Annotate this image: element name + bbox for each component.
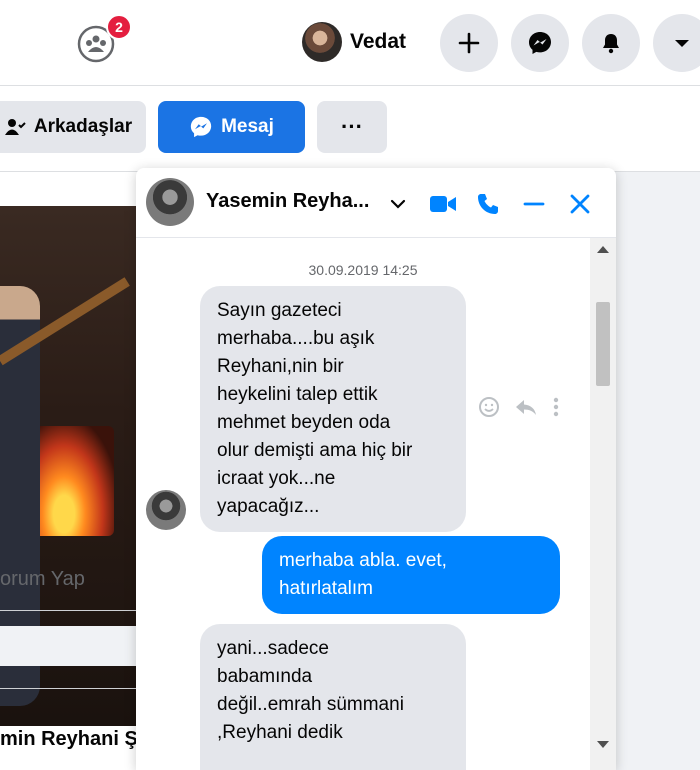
close-chat-button[interactable] <box>564 188 596 220</box>
caret-down-icon <box>675 40 689 47</box>
profile-chip[interactable]: Vedat <box>302 20 406 64</box>
message-button-label: Mesaj <box>221 116 274 137</box>
message-line: ,Reyhani dedik <box>217 722 343 743</box>
post-divider <box>0 610 136 611</box>
feed-post: orum Yap min Reyhani Şa <box>0 172 149 770</box>
message-line: icraat yok...ne <box>217 468 336 489</box>
message-line: mehmet beyden oda <box>217 412 391 433</box>
account-menu-button[interactable] <box>653 14 700 72</box>
messenger-icon <box>190 116 212 138</box>
chat-contact-avatar[interactable] <box>146 178 194 226</box>
avatar <box>302 22 342 62</box>
incoming-message-bubble[interactable]: Sayın gazeteci merhaba....bu aşık Reyhan… <box>200 286 466 532</box>
create-button[interactable] <box>440 14 498 72</box>
comment-input[interactable] <box>0 626 136 666</box>
friends-button[interactable]: Arkadaşlar <box>0 101 146 153</box>
post-author-name[interactable]: min Reyhani Şa <box>0 728 149 751</box>
reply-icon[interactable] <box>514 396 538 418</box>
video-camera-icon <box>430 196 456 212</box>
phone-icon <box>478 194 498 214</box>
sender-avatar <box>146 490 186 530</box>
message-line: yani...sadece <box>217 638 329 659</box>
chat-header: Yasemin Reyha... <box>136 168 616 238</box>
notification-badge: 2 <box>106 14 132 40</box>
chat-window: Yasemin Reyha... 30.09.2019 14:25 Sayın … <box>136 168 616 770</box>
message-line: Reyhani,nin bir <box>217 356 344 377</box>
message-actions <box>478 396 560 418</box>
more-vertical-icon[interactable] <box>552 396 560 418</box>
notifications-button[interactable] <box>582 14 640 72</box>
chevron-down-icon <box>390 199 406 209</box>
message-timestamp: 30.09.2019 14:25 <box>308 262 418 278</box>
message-line: merhaba abla. evet, <box>279 550 447 571</box>
messenger-button[interactable] <box>511 14 569 72</box>
plus-icon <box>458 32 480 54</box>
minimize-icon <box>523 202 545 206</box>
messenger-icon <box>529 32 551 54</box>
chat-contact-name[interactable]: Yasemin Reyha... <box>206 190 369 213</box>
comment-button[interactable]: orum Yap <box>0 568 85 591</box>
close-icon <box>570 194 590 214</box>
message-line: merhaba....bu aşık <box>217 328 375 349</box>
outgoing-message-bubble[interactable]: merhaba abla. evet, hatırlatalım <box>262 536 560 614</box>
incoming-message-bubble[interactable]: yani...sadece babamında değil..emrah süm… <box>200 624 466 770</box>
profile-action-row: Arkadaşlar Mesaj ··· <box>0 86 700 172</box>
message-line: hatırlatalım <box>279 578 373 599</box>
message-button[interactable]: Mesaj <box>158 101 305 153</box>
more-options-icon: ··· <box>341 114 363 139</box>
message-line: olur demişti ama hiç bir <box>217 440 413 461</box>
more-options-button[interactable]: ··· <box>317 101 387 153</box>
message-line: Sayın gazeteci <box>217 300 342 321</box>
message-line: babamında <box>217 666 313 687</box>
emoji-icon[interactable] <box>478 396 500 418</box>
minimize-chat-button[interactable] <box>518 188 550 220</box>
message-line: değil..emrah sümmani <box>217 694 404 715</box>
post-divider <box>0 688 136 689</box>
voice-call-button[interactable] <box>472 188 504 220</box>
chat-scrollbar[interactable] <box>590 238 616 770</box>
profile-name: Vedat <box>350 30 407 53</box>
friends-icon <box>4 119 26 135</box>
message-line: yapacağız... <box>217 496 320 517</box>
scroll-up-arrow-icon[interactable] <box>597 246 609 253</box>
chat-message-list[interactable]: 30.09.2019 14:25 Sayın gazeteci merhaba.… <box>136 238 616 770</box>
friends-button-label: Arkadaşlar <box>33 116 133 137</box>
bell-icon <box>603 34 619 54</box>
video-call-button[interactable] <box>427 188 459 220</box>
message-line: heykelini talep ettik <box>217 384 378 405</box>
top-navigation-bar: 2 Vedat <box>0 0 700 86</box>
scroll-down-arrow-icon[interactable] <box>597 741 609 748</box>
chat-options-button[interactable] <box>382 188 414 220</box>
scroll-thumb[interactable] <box>596 302 610 386</box>
